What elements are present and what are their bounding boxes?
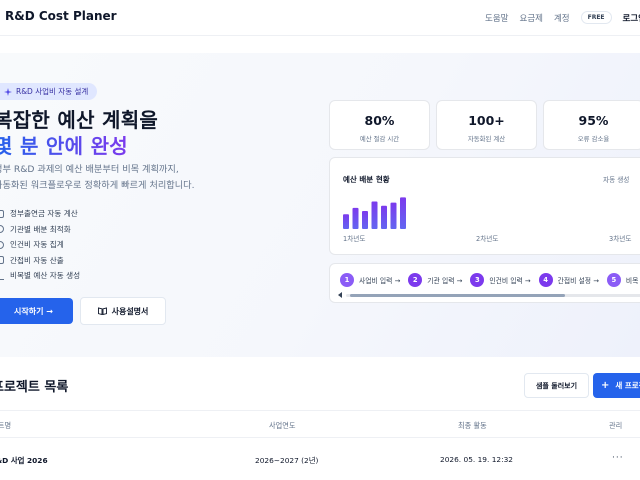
nav-pricing-link[interactable]: 요금제	[520, 12, 543, 24]
budget-bar	[343, 214, 349, 229]
start-button-label: 시작하기 →	[14, 306, 53, 316]
feature-item: 인건비 자동 집계	[0, 237, 80, 253]
budget-bar	[352, 207, 359, 229]
x-tick-label: 3차년도	[609, 235, 632, 243]
user-manual-button-label: 사용설명서	[111, 306, 149, 316]
step-label: 간접비 설정 →	[557, 277, 599, 285]
calculator-icon	[0, 256, 4, 265]
hero-pill: R&D 사업비 자동 설계	[0, 83, 98, 100]
x-tick-label: 2차년도	[476, 235, 499, 243]
budget-bar	[390, 202, 397, 229]
top-navigation-bar: R&D Cost Planer 도움말 요금제 계정 FREE 로그인	[0, 0, 640, 36]
project-year: 2026~2027 (2년)	[255, 456, 319, 465]
step-number: 4	[538, 273, 553, 287]
step-number: 3	[470, 273, 485, 287]
project-activity: 2026. 05. 19. 12:32	[440, 455, 514, 464]
feature-item: 기관별 배분 최적화	[0, 222, 80, 238]
workflow-steps: 1 사업비 입력 → 2 기관 입력 → 3 인건비 입력 → 4 간접비 설정 → 5 비목 계…	[340, 273, 640, 287]
feature-label: 비목별 예산 자동 생성	[10, 271, 81, 281]
scrollbar-thumb[interactable]	[350, 294, 565, 297]
stat-card: 80% 예산 절감 시간	[329, 100, 430, 150]
x-tick-label: 1차년도	[343, 235, 366, 243]
stat-label: 자동화된 계산	[467, 135, 506, 143]
hero-pill-label: R&D 사업비 자동 설계	[16, 87, 89, 96]
sparkle-icon	[4, 87, 12, 96]
workflow-step[interactable]: 3 인건비 입력 →	[470, 273, 531, 287]
new-project-label: 새 프로젝트	[615, 381, 640, 390]
app-name: R&D Cost Planer	[5, 9, 117, 23]
plan-badge: FREE	[580, 11, 612, 24]
login-link[interactable]: 로그인	[623, 12, 640, 24]
document-icon	[0, 209, 4, 218]
budget-bar	[381, 205, 387, 229]
budget-bar	[362, 211, 368, 229]
app-logo[interactable]: R&D Cost Planer	[0, 9, 117, 23]
step-label: 비목 계획	[625, 277, 640, 285]
step-label: 인건비 입력 →	[489, 277, 531, 285]
feature-item: 비목별 예산 자동 생성	[0, 268, 80, 284]
budget-bar	[400, 197, 406, 229]
hero-headline-line1: 복잡한 예산 계획을	[0, 108, 159, 132]
step-number: 2	[408, 273, 423, 287]
plus-icon: +	[601, 380, 610, 391]
nav-account-link[interactable]: 계정	[554, 12, 570, 24]
step-number: 1	[340, 273, 354, 287]
more-options-icon[interactable]: ···	[612, 453, 624, 463]
stat-label: 예산 절감 시간	[359, 135, 400, 143]
stat-card: 100+ 자동화된 계산	[436, 100, 537, 150]
table-header: 프로젝트명 사업연도 최종 활동 관리	[0, 410, 640, 438]
feature-item: 정부출연금 자동 계산	[0, 206, 80, 222]
feature-label: 인건비 자동 집계	[10, 240, 64, 250]
stat-value: 100+	[468, 113, 505, 128]
workflow-card: 1 사업비 입력 → 2 기관 입력 → 3 인건비 입력 → 4 간접비 설정 → 5 비목 계…	[329, 263, 640, 303]
start-button[interactable]: 시작하기 →	[0, 298, 73, 324]
stat-card: 95% 오류 감소율	[543, 100, 640, 150]
hero-description-line1: 정부 R&D 과제의 예산 배분부터 비목 계획까지,	[0, 164, 179, 175]
hero-description: 정부 R&D 과제의 예산 배분부터 비목 계획까지, 자동화된 워크플로우로 …	[0, 162, 195, 194]
step-label: 기관 입력 →	[427, 277, 463, 285]
workflow-step[interactable]: 1 사업비 입력 →	[340, 273, 400, 287]
hero-description-line2: 자동화된 워크플로우로 정확하게 빠르게 처리합니다.	[0, 180, 195, 191]
hero-headline-line2: 몇 분 안에 완성	[0, 130, 128, 159]
check-circle-icon	[0, 225, 4, 234]
column-header-name: 프로젝트명	[0, 421, 12, 430]
project-name[interactable]: R&D 사업 2026	[0, 455, 48, 466]
workflow-step[interactable]: 4 간접비 설정 →	[538, 273, 599, 287]
column-header-activity: 최종 활동	[458, 421, 487, 430]
column-header-year: 사업연도	[269, 421, 296, 430]
nav-help-link[interactable]: 도움말	[485, 12, 508, 24]
table-row[interactable]: R&D 사업 2026 2026~2027 (2년) 2026. 05. 19.…	[0, 438, 640, 480]
feature-label: 간접비 자동 산출	[10, 255, 64, 265]
horizontal-scrollbar[interactable]	[338, 292, 640, 298]
budget-allocation-card: 예산 배분 현황 자동 생성 1차년도 2차년도 3차년도	[329, 157, 640, 255]
user-manual-button[interactable]: 사용설명서	[80, 297, 166, 325]
workflow-step[interactable]: 2 기관 입력 →	[408, 273, 462, 287]
feature-label: 정부출연금 자동 계산	[10, 209, 78, 219]
stat-label: 오류 감소율	[577, 135, 610, 143]
stat-value: 80%	[364, 113, 395, 128]
budget-bar	[371, 201, 378, 229]
workflow-step[interactable]: 5 비목 계획	[606, 273, 640, 287]
stat-value: 95%	[578, 113, 609, 128]
browse-samples-button[interactable]: 샘플 둘러보기	[524, 373, 589, 398]
column-header-manage: 관리	[609, 421, 623, 430]
feature-label: 기관별 배분 최적화	[10, 224, 71, 234]
new-project-button[interactable]: + 새 프로젝트	[593, 373, 640, 398]
book-icon	[97, 307, 107, 315]
header-nav: 도움말 요금제 계정 FREE 로그인	[485, 11, 640, 24]
project-list-title: 프로젝트 목록	[0, 380, 69, 395]
bar-chart-icon	[0, 272, 4, 280]
feature-item: 간접비 자동 산출	[0, 253, 80, 269]
user-icon	[0, 240, 4, 249]
step-number: 5	[606, 273, 621, 287]
step-label: 사업비 입력 →	[359, 277, 401, 285]
feature-list: 정부출연금 자동 계산 기관별 배분 최적화 인건비 자동 집계 간접비 자동 …	[0, 206, 80, 284]
scroll-left-icon[interactable]	[338, 292, 342, 298]
